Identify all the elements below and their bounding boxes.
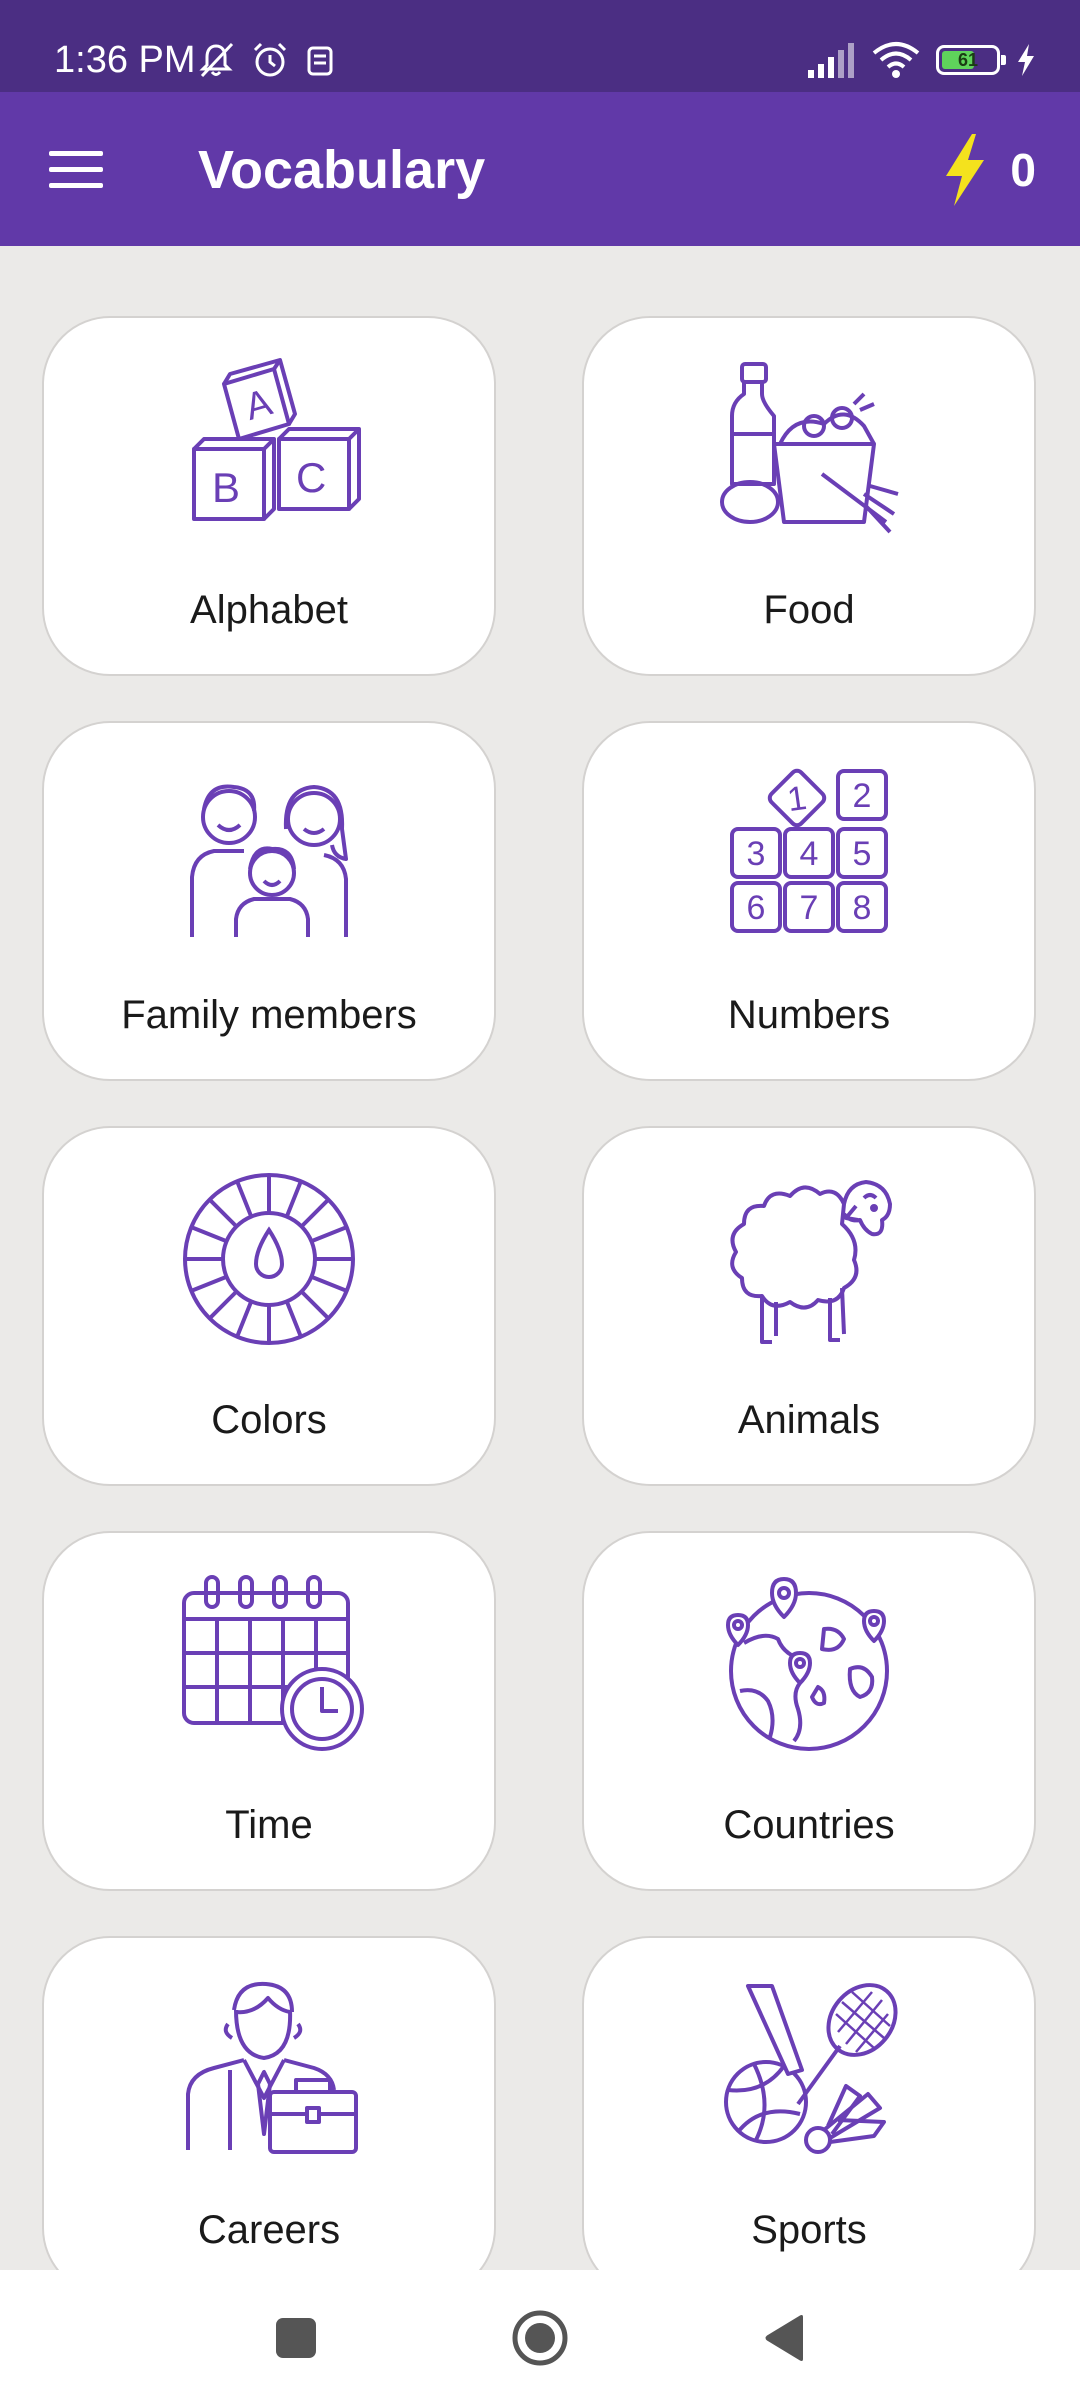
category-label: Colors bbox=[211, 1398, 327, 1442]
category-card-careers[interactable]: Careers bbox=[42, 1936, 496, 2270]
svg-text:2: 2 bbox=[853, 777, 872, 815]
category-card-family-members[interactable]: Family members bbox=[42, 721, 496, 1081]
category-label: Numbers bbox=[727, 993, 891, 1037]
system-navigation-bar bbox=[0, 2270, 1080, 2400]
notification-app-icon bbox=[304, 40, 336, 80]
svg-text:4: 4 bbox=[800, 835, 819, 873]
recents-square-icon bbox=[274, 2316, 318, 2360]
wifi-icon bbox=[872, 41, 920, 79]
globe-pins-icon bbox=[714, 1569, 904, 1759]
family-icon bbox=[174, 759, 364, 949]
hamburger-menu-icon bbox=[49, 149, 103, 191]
category-label: Sports bbox=[751, 2208, 867, 2252]
svg-text:7: 7 bbox=[800, 889, 819, 927]
charging-icon bbox=[1016, 43, 1036, 77]
category-card-sports[interactable]: Sports bbox=[582, 1936, 1036, 2270]
grocery-bag-icon bbox=[714, 354, 904, 544]
category-label: Family members bbox=[121, 993, 417, 1037]
color-wheel-icon bbox=[174, 1164, 364, 1354]
signal-icon bbox=[806, 42, 856, 78]
svg-text:5: 5 bbox=[853, 835, 872, 873]
category-label: Alphabet bbox=[190, 588, 348, 632]
battery-nub bbox=[1001, 55, 1006, 65]
category-card-time[interactable]: Time bbox=[42, 1531, 496, 1891]
number-blocks-icon: 1 2 3 4 5 6 7 8 bbox=[714, 759, 904, 949]
category-card-numbers[interactable]: 1 2 3 4 5 6 7 8 Numbers bbox=[582, 721, 1036, 1081]
sheep-icon bbox=[714, 1164, 904, 1354]
category-label: Countries bbox=[723, 1803, 895, 1847]
menu-button[interactable] bbox=[36, 130, 116, 210]
category-label: Animals bbox=[737, 1398, 881, 1442]
category-card-alphabet[interactable]: A B C Alphabet bbox=[42, 316, 496, 676]
category-label: Careers bbox=[197, 2208, 341, 2252]
sports-equipment-icon bbox=[714, 1974, 904, 2164]
home-circle-icon bbox=[510, 2308, 570, 2368]
svg-text:B: B bbox=[212, 464, 240, 511]
app-bar: Vocabulary 0 bbox=[0, 92, 1080, 246]
category-card-colors[interactable]: Colors bbox=[42, 1126, 496, 1486]
category-grid: A B C Alphabet Food Family members 1 2 3… bbox=[0, 246, 1080, 2270]
status-left-icons bbox=[196, 36, 336, 84]
category-card-animals[interactable]: Animals bbox=[582, 1126, 1036, 1486]
svg-text:1: 1 bbox=[785, 779, 809, 819]
svg-text:C: C bbox=[296, 454, 326, 501]
back-triangle-icon bbox=[761, 2313, 807, 2363]
businessman-icon bbox=[174, 1974, 364, 2164]
alarm-icon bbox=[250, 40, 290, 80]
lightning-bolt-icon bbox=[942, 132, 988, 208]
category-card-food[interactable]: Food bbox=[582, 316, 1036, 676]
category-card-countries[interactable]: Countries bbox=[582, 1531, 1036, 1891]
energy-count: 0 bbox=[1010, 144, 1036, 196]
svg-text:3: 3 bbox=[747, 835, 766, 873]
back-button[interactable] bbox=[744, 2298, 824, 2378]
home-button[interactable] bbox=[500, 2298, 580, 2378]
battery-icon: 61 bbox=[936, 45, 1006, 75]
mute-icon bbox=[196, 40, 236, 80]
energy-counter[interactable]: 0 bbox=[942, 132, 1036, 208]
status-time: 1:36 PM bbox=[54, 39, 196, 81]
category-label: Food bbox=[763, 588, 855, 632]
svg-text:8: 8 bbox=[853, 889, 872, 927]
category-label: Time bbox=[225, 1803, 313, 1847]
calendar-clock-icon bbox=[174, 1569, 364, 1759]
alphabet-blocks-icon: A B C bbox=[174, 354, 364, 544]
status-bar: 1:36 PM 61 bbox=[0, 0, 1080, 92]
battery-percent: 61 bbox=[957, 50, 979, 70]
page-title: Vocabulary bbox=[198, 140, 486, 200]
recents-button[interactable] bbox=[256, 2298, 336, 2378]
svg-text:6: 6 bbox=[747, 889, 766, 927]
status-right-icons: 61 bbox=[806, 34, 1036, 86]
svg-text:A: A bbox=[241, 381, 278, 429]
